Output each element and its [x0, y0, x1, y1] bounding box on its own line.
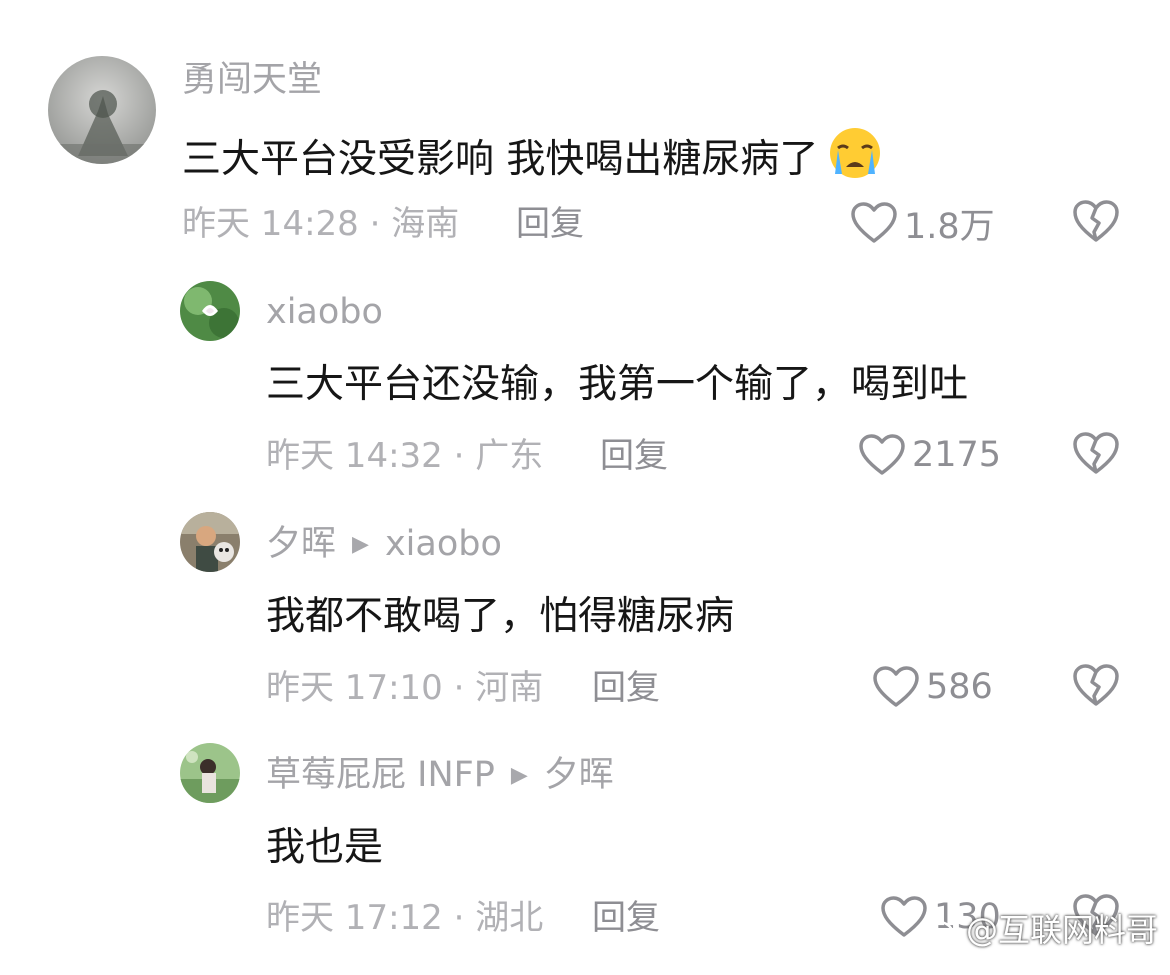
reply-button[interactable]: 回复	[592, 896, 660, 940]
crying-face-icon	[826, 126, 884, 193]
timestamp: 昨天 14:28	[182, 204, 359, 244]
comment-meta: 昨天 17:10 · 河南	[266, 666, 543, 710]
location: 海南	[391, 204, 460, 244]
username-text[interactable]: 草莓屁屁 INFP	[266, 755, 495, 795]
dislike-button[interactable]	[1072, 198, 1122, 248]
like-button[interactable]: 586	[872, 662, 993, 712]
reply-button[interactable]: 回复	[592, 666, 660, 710]
username-text[interactable]: 勇闯天堂	[182, 60, 322, 100]
comment-text-content: 我都不敢喝了，怕得糖尿病	[266, 594, 735, 639]
like-count: 1.8万	[904, 206, 995, 247]
timestamp: 昨天 14:32	[266, 436, 443, 476]
like-count: 2175	[912, 435, 1002, 475]
reply-arrow-icon: ▶	[352, 532, 369, 557]
meta-separator: ·	[442, 436, 476, 476]
comment-text: 我也是	[266, 823, 383, 873]
location: 河南	[475, 668, 544, 708]
comment-text: 三大平台还没输，我第一个输了，喝到吐	[266, 360, 968, 410]
avatar[interactable]	[180, 281, 240, 341]
reply-to-username[interactable]: xiaobo	[385, 524, 502, 564]
location: 湖北	[475, 898, 544, 938]
watermark: @互联网料哥	[922, 905, 1158, 951]
like-count: 586	[926, 667, 993, 707]
comment-text-content: 三大平台没受影响 我快喝出糖尿病了	[182, 137, 819, 182]
comment-meta: 昨天 14:32 · 广东	[266, 434, 543, 478]
reply-to-username[interactable]: 夕晖	[544, 755, 614, 795]
comment-text: 三大平台没受影响 我快喝出糖尿病了	[182, 126, 884, 193]
comment-item: 勇闯天堂 三大平台没受影响 我快喝出糖尿病了 昨天 14:28 · 海南 回复 …	[0, 50, 1170, 282]
meta-separator: ·	[358, 204, 392, 244]
like-button[interactable]: 1.8万	[850, 198, 995, 248]
reply-button[interactable]: 回复	[516, 202, 584, 246]
timestamp: 昨天 17:10	[266, 668, 443, 708]
username-text[interactable]: 夕晖	[266, 524, 336, 564]
weibo-logo-icon	[922, 914, 959, 944]
dislike-button[interactable]	[1072, 662, 1122, 712]
broken-heart-icon	[1073, 664, 1119, 706]
username[interactable]: 草莓屁屁 INFP ▶ 夕晖	[266, 753, 614, 798]
timestamp: 昨天 17:12	[266, 898, 443, 938]
heart-icon	[873, 666, 919, 707]
meta-separator: ·	[442, 668, 476, 708]
avatar[interactable]	[180, 512, 240, 572]
location: 广东	[475, 436, 544, 476]
broken-heart-icon	[1073, 200, 1119, 242]
heart-icon	[859, 434, 905, 475]
comment-item: 夕晖 ▶ xiaobo 我都不敢喝了，怕得糖尿病 昨天 17:10 · 河南 回复 …	[0, 512, 1170, 744]
avatar[interactable]	[180, 743, 240, 803]
comment-text-content: 三大平台还没输，我第一个输了，喝到吐	[266, 362, 969, 407]
dislike-button[interactable]	[1072, 430, 1122, 480]
reply-button[interactable]: 回复	[600, 434, 668, 478]
broken-heart-icon	[1073, 432, 1119, 474]
avatar[interactable]	[48, 56, 156, 164]
reply-arrow-icon: ▶	[510, 763, 528, 788]
comment-text-content: 我也是	[266, 825, 384, 870]
comment-meta: 昨天 17:12 · 湖北	[266, 896, 543, 940]
heart-icon	[851, 202, 897, 243]
username[interactable]: 夕晖 ▶ xiaobo	[266, 522, 502, 567]
comment-item: xiaobo 三大平台还没输，我第一个输了，喝到吐 昨天 14:32 · 广东 …	[0, 280, 1170, 512]
meta-separator: ·	[442, 898, 476, 938]
watermark-text: @互联网料哥	[965, 911, 1158, 949]
username-text[interactable]: xiaobo	[266, 292, 383, 332]
username[interactable]: xiaobo	[266, 290, 383, 334]
username[interactable]: 勇闯天堂	[182, 58, 322, 102]
comment-meta: 昨天 14:28 · 海南	[182, 202, 459, 246]
like-button[interactable]: 2175	[858, 430, 1001, 480]
heart-icon	[881, 896, 927, 937]
comment-text: 我都不敢喝了，怕得糖尿病	[266, 592, 734, 642]
